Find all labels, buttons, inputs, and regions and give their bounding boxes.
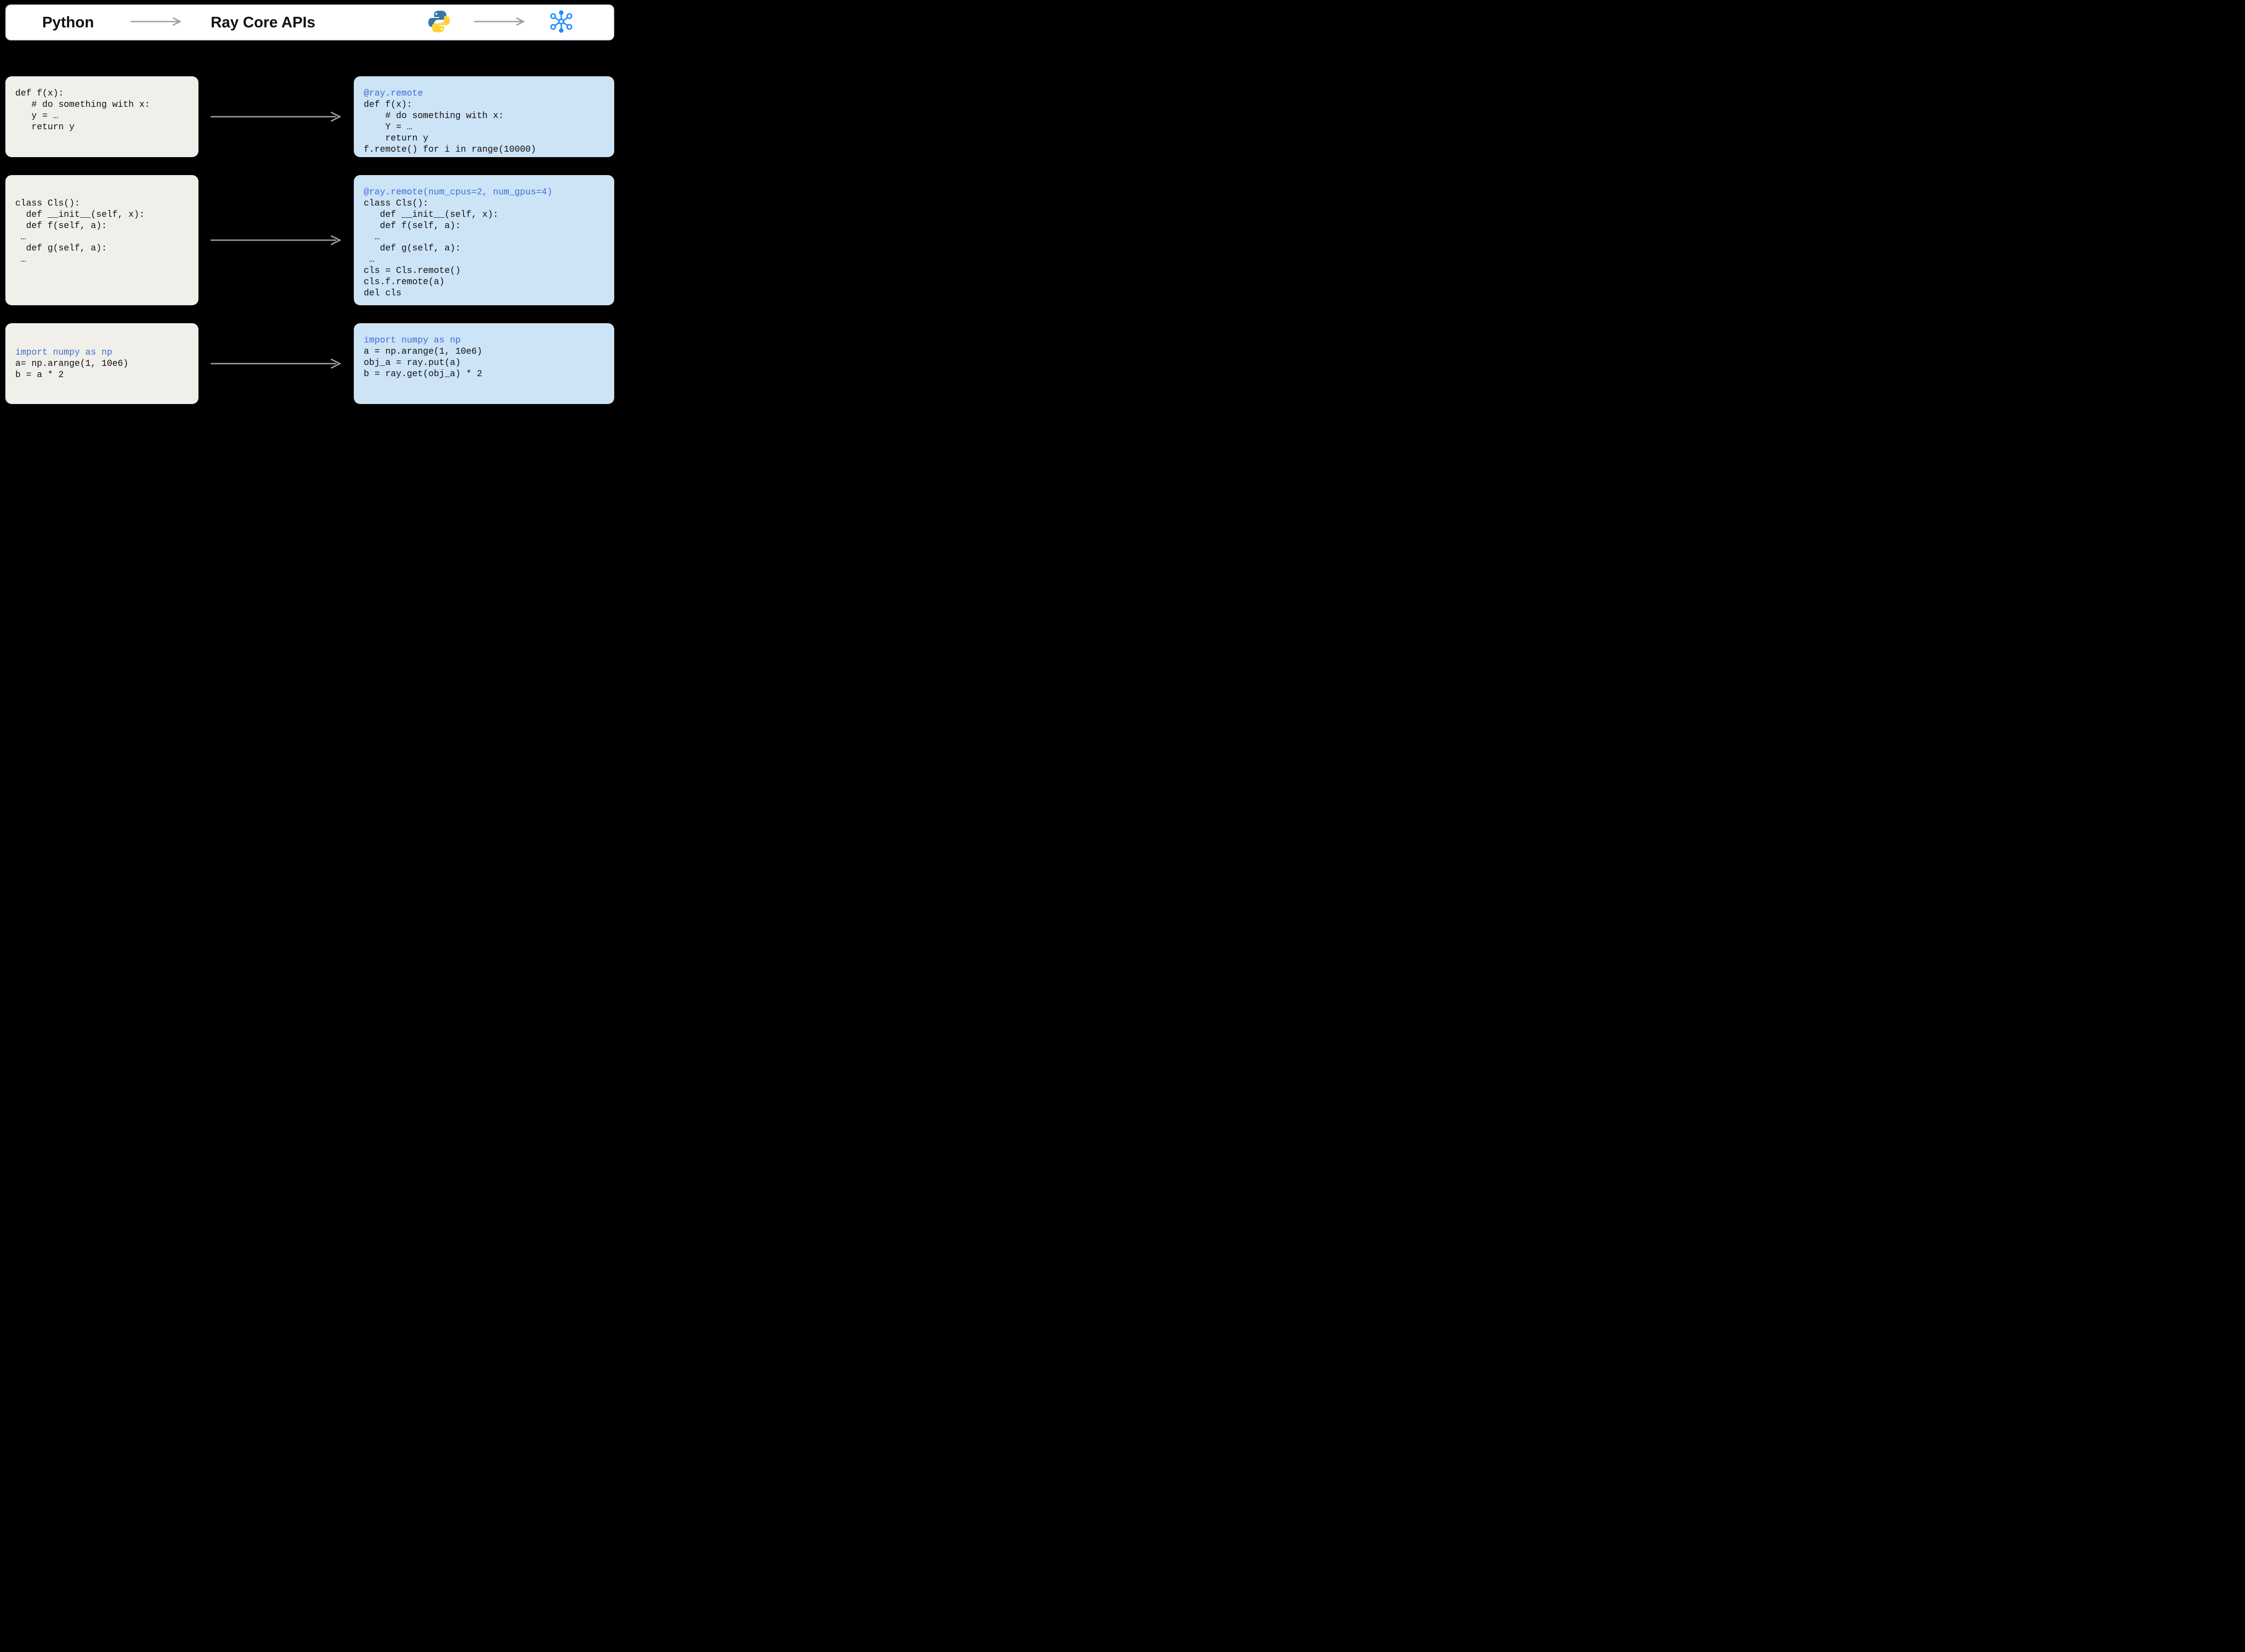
code-line: …	[15, 255, 26, 265]
row-object: import numpy as np a= np.arange(1, 10e6)…	[5, 323, 614, 404]
header-python-label: Python	[42, 14, 94, 31]
code-line: cls.f.remote(a)	[364, 277, 445, 287]
code-line: def f(x):	[15, 88, 64, 99]
code-line: Y = …	[364, 122, 412, 132]
ray-numpy-card: import numpy as np a = np.arange(1, 10e6…	[354, 323, 614, 404]
code-decorator: @ray.remote	[364, 88, 423, 99]
code-line: return y	[364, 133, 428, 144]
code-line: # do something with x:	[364, 111, 504, 121]
code-line: cls = Cls.remote()	[364, 266, 461, 276]
code-line: class Cls():	[15, 198, 80, 209]
code-line: def g(self, a):	[15, 243, 107, 254]
code-line: class Cls():	[364, 198, 428, 209]
python-class-card: class Cls(): def __init__(self, x): def …	[5, 175, 198, 305]
code-line: b = ray.get(obj_a) * 2	[364, 369, 482, 379]
code-line: def f(self, a):	[15, 221, 107, 231]
code-line: return y	[15, 122, 75, 132]
code-line: # do something with x:	[15, 100, 150, 110]
ray-function-card: @ray.remote def f(x): # do something wit…	[354, 76, 614, 157]
arrow-row-3	[207, 323, 345, 404]
code-line: del cls	[364, 288, 401, 299]
ray-logo-icon	[549, 9, 574, 36]
code-line: …	[364, 255, 374, 265]
code-import: import numpy as np	[15, 347, 189, 358]
code-line: …	[15, 232, 26, 242]
code-line: def f(self, a):	[364, 221, 461, 231]
code-line: y = …	[15, 111, 58, 121]
code-line: def __init__(self, x):	[15, 210, 145, 220]
python-function-card: def f(x): # do something with x: y = … r…	[5, 76, 198, 157]
header-arrow-2	[473, 16, 527, 29]
code-import: import numpy as np	[364, 335, 461, 346]
ray-class-card: @ray.remote(num_cpus=2, num_gpus=4) clas…	[354, 175, 614, 305]
code-line: obj_a = ray.put(a)	[364, 358, 461, 368]
header-bar: Python Ray Core APIs	[5, 4, 614, 40]
row-class: class Cls(): def __init__(self, x): def …	[5, 175, 614, 305]
arrow-row-2	[207, 175, 345, 305]
code-line: b = a * 2	[15, 369, 189, 381]
row-function: def f(x): # do something with x: y = … r…	[5, 76, 614, 157]
arrow-row-1	[207, 76, 345, 157]
code-line: def f(x):	[364, 100, 412, 110]
code-line: f.remote() for i in range(10000)	[364, 145, 536, 155]
code-line: a = np.arange(1, 10e6)	[364, 347, 482, 357]
header-arrow-1	[130, 16, 184, 29]
code-line: def __init__(self, x):	[364, 210, 498, 220]
header-ray-label: Ray Core APIs	[211, 14, 315, 31]
code-line: def g(self, a):	[364, 243, 461, 254]
python-numpy-card: import numpy as np a= np.arange(1, 10e6)…	[5, 323, 198, 404]
code-decorator: @ray.remote(num_cpus=2, num_gpus=4)	[364, 187, 552, 198]
code-line: a= np.arange(1, 10e6)	[15, 358, 189, 369]
python-logo-icon	[427, 9, 452, 36]
code-line: …	[364, 232, 380, 242]
